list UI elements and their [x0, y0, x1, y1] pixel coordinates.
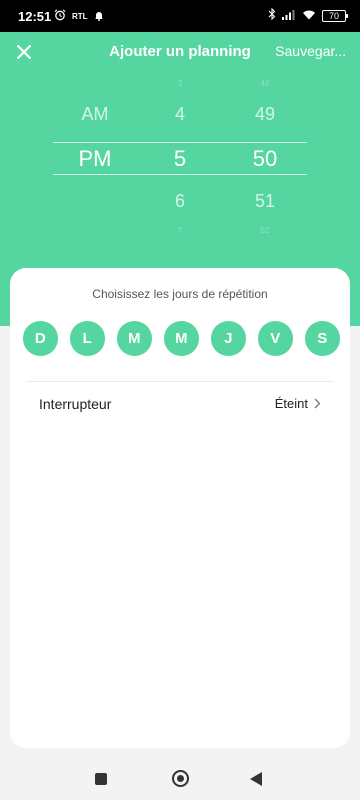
signal-icon: [282, 9, 296, 23]
notification-bell-icon: [94, 10, 104, 24]
top-app-bar: Ajouter un planning Sauvegar...: [0, 32, 360, 72]
hour-option[interactable]: 6: [175, 191, 185, 212]
status-time: 12:51: [18, 9, 52, 24]
day-monday[interactable]: L: [70, 321, 105, 356]
wifi-icon: [302, 9, 316, 23]
recent-apps-icon[interactable]: [95, 773, 107, 785]
period-option-am[interactable]: AM: [82, 104, 109, 125]
switch-value[interactable]: Éteint: [275, 396, 321, 411]
minute-option[interactable]: 52: [261, 226, 270, 235]
minute-option[interactable]: 49: [255, 104, 275, 125]
repeat-days-label: Choisissez les jours de répétition: [92, 287, 268, 301]
repeat-days: D L M M J V S: [23, 321, 340, 356]
save-button[interactable]: Sauvegar...: [275, 43, 346, 59]
day-wednesday[interactable]: M: [164, 321, 199, 356]
battery-icon: 70: [322, 9, 348, 22]
hour-selected[interactable]: 5: [174, 146, 186, 172]
time-picker[interactable]: AM PM 3 4 5 6 7 48 49 50 51 52: [0, 72, 360, 272]
switch-row[interactable]: Interrupteur Éteint: [10, 384, 350, 424]
system-navigation-bar: [0, 758, 360, 800]
alarm-icon: [54, 9, 66, 24]
day-thursday[interactable]: J: [211, 321, 246, 356]
rtl-app-icon: RTL: [72, 11, 88, 21]
day-saturday[interactable]: S: [305, 321, 340, 356]
switch-label: Interrupteur: [39, 396, 112, 412]
minute-option[interactable]: 51: [255, 191, 275, 212]
day-tuesday[interactable]: M: [117, 321, 152, 356]
switch-value-text: Éteint: [274, 396, 308, 411]
status-bar: 12:51 RTL 70: [0, 0, 360, 32]
picker-selection-line-top: [53, 142, 307, 143]
minute-option[interactable]: 48: [261, 79, 270, 88]
status-left-icons: RTL: [54, 9, 104, 24]
period-option-pm[interactable]: PM: [79, 146, 112, 172]
status-right-icons: 70: [268, 7, 348, 23]
schedule-card: Choisissez les jours de répétition D L M…: [10, 268, 350, 748]
hour-option[interactable]: 7: [178, 226, 182, 235]
chevron-right-icon: [314, 398, 321, 409]
day-friday[interactable]: V: [258, 321, 293, 356]
hour-option[interactable]: 3: [178, 79, 182, 88]
bluetooth-icon: [268, 7, 276, 23]
hour-option[interactable]: 4: [175, 104, 185, 125]
picker-selection-line-bottom: [53, 174, 307, 175]
back-icon[interactable]: [250, 772, 262, 786]
home-icon[interactable]: [172, 770, 189, 787]
divider: [26, 381, 334, 382]
minute-selected[interactable]: 50: [253, 146, 277, 172]
day-sunday[interactable]: D: [23, 321, 58, 356]
